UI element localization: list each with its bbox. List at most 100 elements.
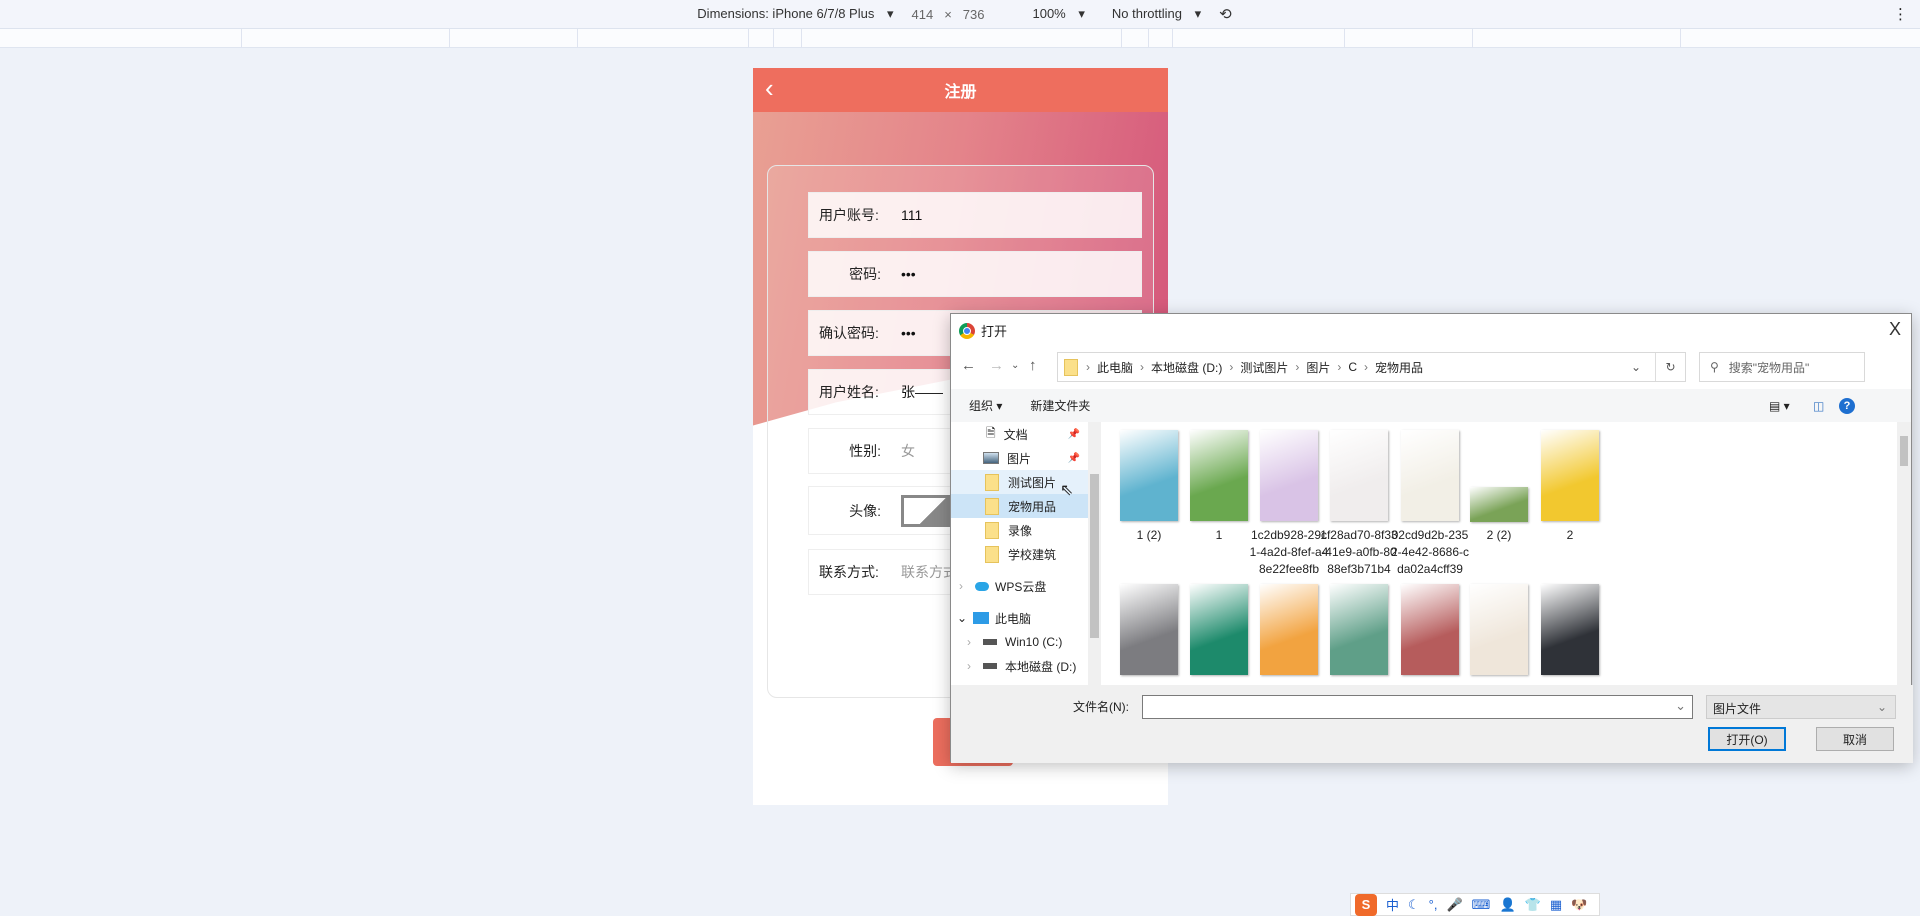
nav-item-this-pc[interactable]: ⌄ 此电脑: [951, 606, 1088, 630]
height-input[interactable]: 736: [963, 7, 985, 22]
preview-pane-icon[interactable]: ◫: [1813, 399, 1824, 413]
navigation-pane: 🗎 文档 📌 图片 📌 测试图片 宠物用品 录像 学校建筑 › WPS云盘 ⌄ 此电脑 ›…: [951, 422, 1101, 685]
folder-icon: [1064, 358, 1078, 376]
file-name[interactable]: 2 (2): [1459, 527, 1539, 544]
expand-chevron-icon[interactable]: ›: [967, 635, 983, 649]
nav-label: 学校建筑: [1008, 547, 1057, 562]
file-thumbnail[interactable]: [1330, 584, 1388, 675]
expand-chevron-icon[interactable]: ›: [959, 579, 975, 593]
help-icon[interactable]: ?: [1839, 397, 1855, 414]
up-arrow-icon[interactable]: ↑: [1029, 357, 1037, 374]
name-input[interactable]: 张——: [901, 382, 943, 402]
file-thumbnail[interactable]: [1541, 584, 1599, 675]
throttling-value: No throttling: [1111, 6, 1182, 21]
file-thumbnail[interactable]: [1120, 430, 1178, 521]
skin-icon[interactable]: 👕: [1525, 897, 1541, 913]
new-folder-button[interactable]: 新建文件夹: [1030, 397, 1090, 414]
field-label: 联系方式:: [819, 564, 879, 580]
keyboard-icon[interactable]: ⌨: [1472, 897, 1491, 913]
forward-arrow-icon[interactable]: →: [989, 357, 1004, 374]
field-label: 用户账号:: [819, 207, 879, 223]
password-input[interactable]: •••: [901, 266, 916, 282]
file-thumbnail[interactable]: [1470, 487, 1528, 522]
nav-item-pictures[interactable]: 图片 📌: [951, 446, 1088, 470]
account-input[interactable]: 111: [901, 207, 922, 223]
pin-icon: 📌: [1067, 428, 1080, 440]
content-scrollbar[interactable]: [1897, 422, 1911, 685]
page-title: 注册: [944, 84, 977, 101]
back-icon[interactable]: ‹: [765, 75, 774, 101]
back-arrow-icon[interactable]: ←: [961, 357, 976, 374]
breadcrumb-item[interactable]: 此电脑: [1097, 359, 1133, 376]
nav-item-documents[interactable]: 🗎 文档 📌: [951, 422, 1088, 446]
mascot-icon[interactable]: 🐶: [1571, 897, 1587, 913]
file-thumbnail[interactable]: [1120, 584, 1178, 675]
sogou-logo-icon[interactable]: S: [1355, 893, 1377, 916]
file-thumbnail[interactable]: [1260, 584, 1318, 675]
zoom-select[interactable]: 100% ▾: [1023, 6, 1084, 22]
filename-input[interactable]: ⌄: [1142, 695, 1693, 719]
punctuation-icon[interactable]: °,: [1429, 897, 1438, 912]
image-placeholder-icon[interactable]: [901, 494, 957, 527]
search-input[interactable]: ⚲ 搜索"宠物用品": [1699, 352, 1865, 382]
address-bar[interactable]: › 此电脑 › 本地磁盘 (D:) › 测试图片 › 图片 › C › 宠物用品 ⌄ ↻: [1057, 352, 1686, 382]
nav-item-recordings[interactable]: 录像: [951, 518, 1088, 542]
file-name[interactable]: 1f28ad70-8f33-41e9-a0fb-8088ef3b71b4: [1319, 527, 1399, 578]
breadcrumb-item[interactable]: 宠物用品: [1375, 359, 1423, 376]
throttling-select[interactable]: No throttling ▾: [1103, 6, 1201, 22]
refresh-icon[interactable]: ↻: [1655, 353, 1685, 381]
collapse-chevron-icon[interactable]: ⌄: [957, 611, 973, 625]
nav-scrollbar[interactable]: [1088, 422, 1101, 685]
file-name[interactable]: 2: [1530, 527, 1610, 544]
nav-label: 宠物用品: [1008, 499, 1057, 514]
user-icon[interactable]: 👤: [1499, 897, 1515, 913]
nav-item-drive-d[interactable]: › 本地磁盘 (D:): [951, 654, 1088, 678]
filename-dropdown-icon[interactable]: ⌄: [1675, 698, 1686, 714]
account-field[interactable]: 用户账号: 111: [808, 192, 1142, 238]
devtools-menu-icon[interactable]: ⋮: [1893, 5, 1908, 23]
file-name[interactable]: 02cd9d2b-2352-4e42-8686-cda02a4cff39: [1390, 527, 1470, 578]
password-field[interactable]: 密码: •••: [808, 251, 1142, 297]
nav-item-school-buildings[interactable]: 学校建筑: [951, 542, 1088, 566]
chinese-mode-icon[interactable]: 中: [1386, 895, 1399, 914]
folder-icon: [985, 521, 999, 539]
filetype-select[interactable]: 图片文件 ⌄: [1706, 695, 1896, 719]
file-thumbnail[interactable]: [1190, 430, 1248, 521]
gender-select[interactable]: 女: [901, 441, 915, 461]
file-thumbnail[interactable]: [1260, 430, 1318, 521]
nav-item-drive-c[interactable]: › Win10 (C:): [951, 630, 1088, 654]
file-thumbnail[interactable]: [1470, 584, 1528, 675]
nav-item-wps-cloud[interactable]: › WPS云盘: [951, 574, 1088, 598]
file-name[interactable]: 1: [1179, 527, 1259, 544]
file-name[interactable]: 1 (2): [1109, 527, 1189, 544]
organize-button[interactable]: 组织 ▾: [969, 397, 1002, 414]
close-button[interactable]: X: [1889, 319, 1901, 340]
file-thumbnail[interactable]: [1541, 430, 1599, 521]
file-thumbnail[interactable]: [1401, 584, 1459, 675]
breadcrumb-item[interactable]: C: [1348, 360, 1357, 374]
microphone-icon[interactable]: 🎤: [1446, 897, 1462, 913]
field-label: 确认密码:: [819, 325, 879, 341]
breadcrumb-item[interactable]: 测试图片: [1240, 359, 1288, 376]
media-query-ruler[interactable]: [0, 29, 1920, 48]
file-thumbnail[interactable]: [1190, 584, 1248, 675]
breadcrumb-item[interactable]: 本地磁盘 (D:): [1151, 359, 1222, 376]
expand-chevron-icon[interactable]: ›: [967, 659, 983, 673]
device-dimensions-select[interactable]: Dimensions: iPhone 6/7/8 Plus ▾: [688, 6, 893, 22]
address-dropdown-icon[interactable]: ⌄: [1631, 360, 1641, 374]
confirm-password-input[interactable]: •••: [901, 325, 916, 341]
nav-label: 录像: [1008, 523, 1033, 538]
file-name[interactable]: 1c2db928-29c1-4a2d-8fef-a48e22fee8fb: [1249, 527, 1329, 578]
apps-icon[interactable]: ▦: [1550, 897, 1562, 913]
rotate-icon[interactable]: ⟲: [1219, 5, 1232, 23]
recent-chevron-icon[interactable]: ⌄: [1011, 360, 1019, 371]
breadcrumb-item[interactable]: 图片: [1306, 359, 1330, 376]
open-button[interactable]: 打开(O): [1708, 727, 1786, 751]
contact-input[interactable]: 联系方式: [901, 562, 957, 582]
half-width-icon[interactable]: ☾: [1408, 897, 1420, 913]
width-input[interactable]: 414: [911, 7, 933, 22]
view-options-icon[interactable]: ▤ ▾: [1769, 399, 1790, 413]
cancel-button[interactable]: 取消: [1816, 727, 1894, 751]
file-thumbnail[interactable]: [1401, 430, 1459, 521]
file-thumbnail[interactable]: [1330, 430, 1388, 521]
